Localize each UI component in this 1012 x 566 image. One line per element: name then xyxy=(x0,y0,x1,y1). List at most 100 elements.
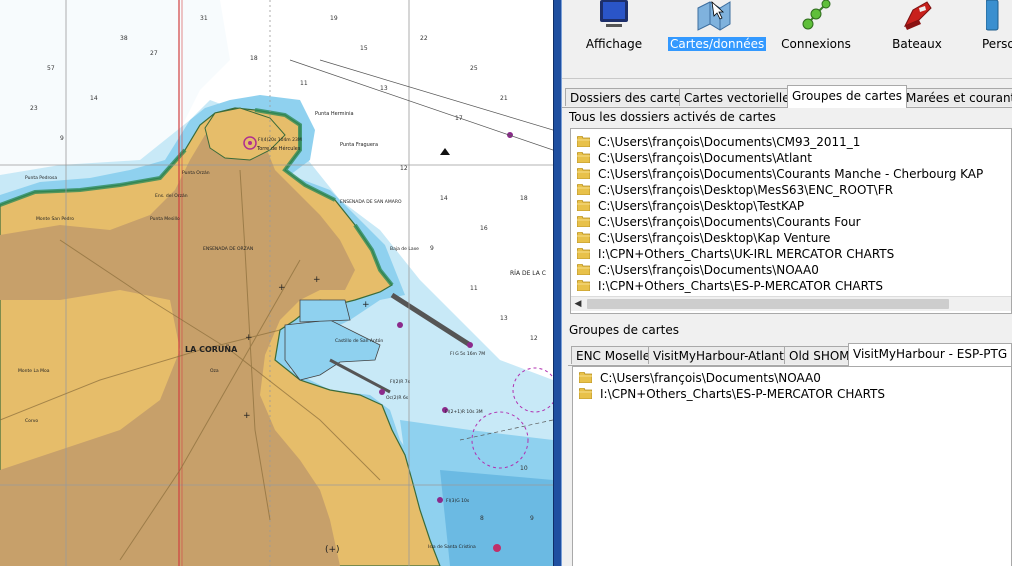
tab-tides-currents[interactable]: Marées et courants xyxy=(901,88,1012,106)
active-dirs-hscrollbar[interactable]: ◀ xyxy=(571,296,1011,311)
toolbar-boats-label: Bateaux xyxy=(892,37,942,51)
toolbar-charts-button[interactable]: Cartes/données xyxy=(668,0,767,60)
tab-group-vmh-atlantic[interactable]: VisitMyHarbour-Atlantic xyxy=(648,346,799,364)
svg-text:38: 38 xyxy=(120,35,128,42)
list-item[interactable]: C:\Users\françois\Documents\CM93_2011_1 xyxy=(577,134,860,150)
list-item[interactable]: C:\Users\françois\Documents\Atlant xyxy=(577,150,812,166)
svg-text:14: 14 xyxy=(440,195,448,202)
list-item[interactable]: I:\CPN+Others_Charts\ES-P-MERCATOR CHART… xyxy=(579,386,885,402)
label-pedrosa: Punta Pedrosa xyxy=(25,175,57,181)
list-item-path: C:\Users\françois\Documents\Atlant xyxy=(598,151,812,165)
active-dirs-list[interactable]: C:\Users\françois\Documents\CM93_2011_1 C… xyxy=(570,128,1012,314)
list-item[interactable]: I:\CPN+Others_Charts\ES-P-MERCATOR CHART… xyxy=(577,278,883,294)
toolbar-connections-label: Connexions xyxy=(781,37,851,51)
label-herminia: Punta Herminia xyxy=(315,111,354,117)
list-item[interactable]: C:\Users\françois\Documents\Courants Fou… xyxy=(577,214,861,230)
light-label-port1: Fl(2)R 7s xyxy=(390,379,411,385)
folder-icon xyxy=(577,136,590,147)
folder-icon xyxy=(577,152,590,163)
toolbar-display-button[interactable]: Affichage xyxy=(580,0,648,60)
label-punta-orzan: Punta Orzán xyxy=(182,169,210,176)
toolbar-connections-button[interactable]: Connexions xyxy=(780,0,852,60)
toolbar-charts-label: Cartes/données xyxy=(668,37,767,51)
svg-text:13: 13 xyxy=(380,85,388,92)
list-item[interactable]: C:\Users\françois\Desktop\TestKAP xyxy=(577,198,804,214)
label-fraguera: Punta Fraguera xyxy=(340,142,378,148)
scroll-left-arrow-icon[interactable]: ◀ xyxy=(571,297,585,311)
list-item[interactable]: C:\Users\françois\Documents\NOAA0 xyxy=(577,262,819,278)
group-tabs: ENC Moselle VisitMyHarbour-Atlantic Old … xyxy=(568,343,1012,366)
svg-text:+: + xyxy=(245,333,253,343)
label-castillo: Castillo de San Antón xyxy=(335,337,383,344)
label-ria: RÍA DE LA C xyxy=(510,270,546,277)
svg-text:12: 12 xyxy=(400,165,408,172)
list-item[interactable]: C:\Users\françois\Documents\Courants Man… xyxy=(577,166,983,182)
list-item-path: C:\Users\françois\Desktop\MesS63\ENC_ROO… xyxy=(598,183,894,197)
svg-text:+: + xyxy=(243,411,251,421)
list-item-path: C:\Users\françois\Documents\CM93_2011_1 xyxy=(598,135,861,149)
tab-group-enc-moselle[interactable]: ENC Moselle xyxy=(571,346,656,364)
tab-group-vmh-esp-ptg[interactable]: VisitMyHarbour - ESP-PTG xyxy=(848,343,1012,366)
svg-text:22: 22 xyxy=(420,35,428,42)
chart-map-icon xyxy=(696,0,732,32)
label-torre: Torre de Hércules xyxy=(256,145,301,152)
toolbar-personal-label: Perso xyxy=(982,37,1012,51)
svg-text:23: 23 xyxy=(30,105,38,112)
svg-text:31: 31 xyxy=(200,15,208,22)
svg-text:13: 13 xyxy=(500,315,508,322)
list-item-path: C:\Users\françois\Documents\Courants Man… xyxy=(598,167,984,181)
list-item[interactable]: I:\CPN+Others_Charts\UK-IRL MERCATOR CHA… xyxy=(577,246,894,262)
active-dirs-title: Tous les dossiers activés de cartes xyxy=(569,110,776,124)
label-santa-cristina: Isla de Santa Cristina xyxy=(428,544,476,550)
svg-text:9: 9 xyxy=(60,135,64,142)
label-ens-orzan: Ens. del Orzán xyxy=(155,192,188,199)
folder-icon xyxy=(579,372,592,383)
svg-text:17: 17 xyxy=(455,115,463,122)
svg-text:57: 57 xyxy=(47,65,55,72)
svg-text:14: 14 xyxy=(90,95,98,102)
svg-text:+: + xyxy=(313,275,321,285)
tab-chart-folders[interactable]: Dossiers des cartes xyxy=(565,88,693,106)
svg-text:27: 27 xyxy=(150,50,158,57)
chart-canvas[interactable]: LA CORUÑA Torre de Hércules Punta Hermin… xyxy=(0,0,553,566)
label-san-amaro: ENSENADA DE SAN AMARO xyxy=(340,199,402,205)
label-city: LA CORUÑA xyxy=(185,344,238,354)
folder-icon xyxy=(577,184,590,195)
folder-icon xyxy=(577,264,590,275)
nautical-chart-view[interactable]: LA CORUÑA Torre de Hércules Punta Hermin… xyxy=(0,0,553,566)
toolbar-display-label: Affichage xyxy=(585,37,643,51)
svg-text:9: 9 xyxy=(430,245,434,252)
list-item-path: C:\Users\françois\Desktop\TestKAP xyxy=(598,199,805,213)
svg-text:9: 9 xyxy=(530,515,534,522)
svg-text:10: 10 xyxy=(520,465,528,472)
splitter-bar[interactable] xyxy=(553,0,562,566)
label-corvo: Corvo xyxy=(25,418,38,424)
svg-text:21: 21 xyxy=(500,95,508,102)
light-label-south: Fl(3)G 10s xyxy=(446,498,470,504)
connections-icon xyxy=(798,0,834,32)
tab-chart-groups[interactable]: Groupes de cartes xyxy=(787,85,908,108)
svg-text:15: 15 xyxy=(360,45,368,52)
list-item[interactable]: C:\Users\françois\Desktop\MesS63\ENC_ROO… xyxy=(577,182,893,198)
list-item-path: C:\Users\françois\Documents\Courants Fou… xyxy=(598,215,861,229)
tab-group-old-shom[interactable]: Old SHOM xyxy=(784,346,855,364)
list-item[interactable]: C:\Users\françois\Desktop\Kap Venture xyxy=(577,230,830,246)
group-dirs-list[interactable]: C:\Users\françois\Documents\NOAA0 I:\CPN+… xyxy=(572,366,1012,566)
svg-text:+: + xyxy=(278,283,286,293)
light-label-main: Fl(4)20s 104m 23M xyxy=(258,137,302,143)
svg-text:16: 16 xyxy=(480,225,488,232)
list-item[interactable]: C:\Users\françois\Documents\NOAA0 xyxy=(579,370,821,386)
folder-icon xyxy=(577,248,590,259)
scroll-thumb[interactable] xyxy=(587,299,949,309)
svg-text:25: 25 xyxy=(470,65,478,72)
inner-dock xyxy=(299,299,351,323)
tab-vector-charts[interactable]: Cartes vectorielles xyxy=(679,88,801,106)
svg-text:8: 8 xyxy=(480,515,484,522)
svg-text:18: 18 xyxy=(250,55,258,62)
chart-tabs: Dossiers des cartes Cartes vectorielles … xyxy=(562,85,1012,108)
toolbar-boats-button[interactable]: Bateaux xyxy=(882,0,952,60)
label-la-moa: Monte La Moa xyxy=(18,368,50,374)
label-san-pedro: Monte San Pedro xyxy=(36,216,74,222)
person-icon xyxy=(985,0,1012,32)
toolbar-personal-button[interactable]: Perso xyxy=(974,0,1012,60)
